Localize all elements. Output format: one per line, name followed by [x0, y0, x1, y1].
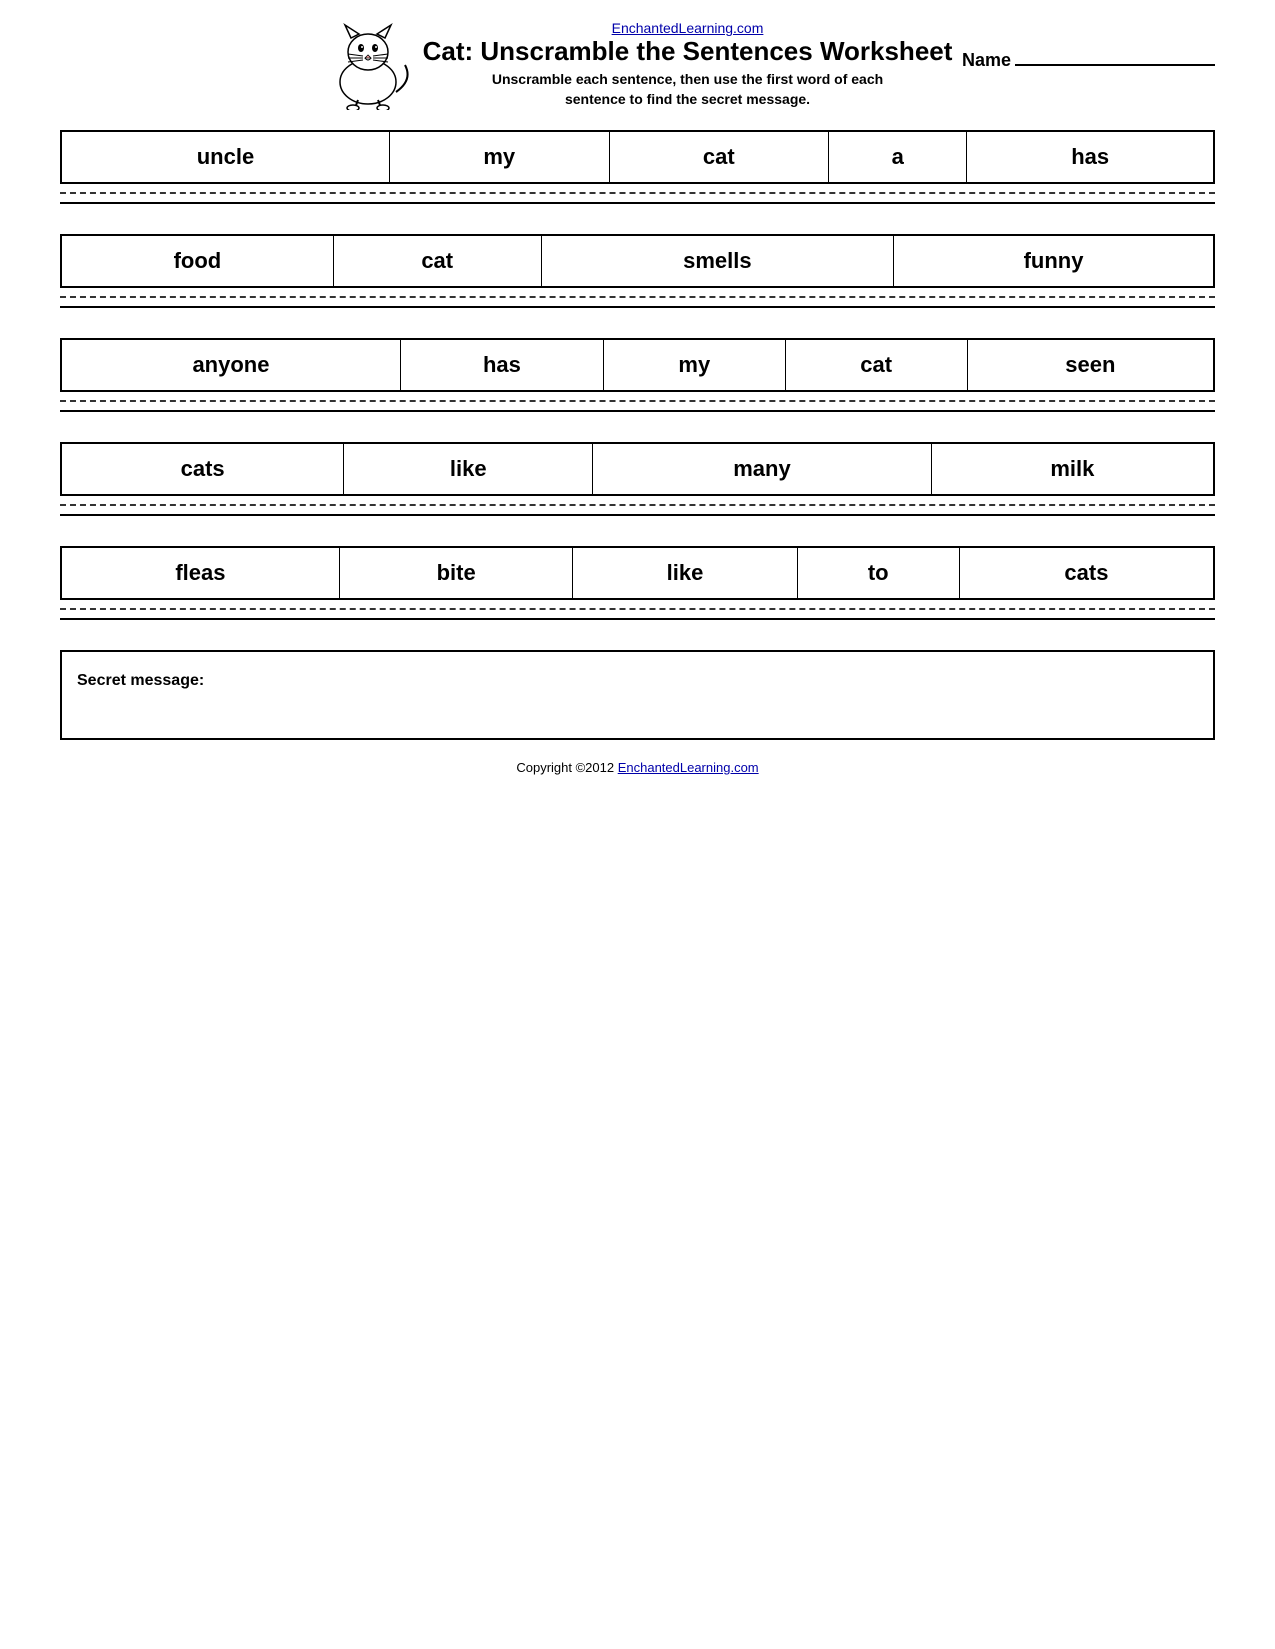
word-5-4: to [797, 547, 959, 599]
copyright-text: Copyright ©2012 [516, 760, 617, 775]
site-link[interactable]: EnchantedLearning.com [423, 20, 953, 36]
name-label: Name [962, 50, 1011, 70]
sentence-2: food cat smells funny [60, 234, 1215, 308]
word-2-1: food [61, 235, 333, 287]
dotted-line-5 [60, 608, 1215, 610]
sentence-4: cats like many milk [60, 442, 1215, 516]
word-3-1: anyone [61, 339, 400, 391]
word-5-5: cats [959, 547, 1214, 599]
word-2-4: funny [894, 235, 1214, 287]
word-5-2: bite [339, 547, 573, 599]
secret-message-box: Secret message: [60, 650, 1215, 740]
footer: Copyright ©2012 EnchantedLearning.com [60, 760, 1215, 775]
dotted-line-3 [60, 400, 1215, 402]
word-4-4: milk [931, 443, 1214, 495]
word-3-3: my [603, 339, 785, 391]
name-line [1015, 64, 1215, 66]
word-2-2: cat [333, 235, 541, 287]
word-4-1: cats [61, 443, 344, 495]
page-title: Cat: Unscramble the Sentences Worksheet [423, 36, 953, 67]
dotted-line-1 [60, 192, 1215, 194]
word-1-2: my [389, 131, 609, 183]
solid-line-5 [60, 618, 1215, 620]
sentence-1: uncle my cat a has [60, 130, 1215, 204]
word-2-3: smells [541, 235, 893, 287]
solid-line-4 [60, 514, 1215, 516]
word-3-5: seen [967, 339, 1214, 391]
sentence-5: fleas bite like to cats [60, 546, 1215, 620]
solid-line-2 [60, 306, 1215, 308]
word-3-4: cat [785, 339, 967, 391]
word-table-1: uncle my cat a has [60, 130, 1215, 184]
dotted-line-4 [60, 504, 1215, 506]
page-header: EnchantedLearning.com Cat: Unscramble th… [60, 20, 1215, 110]
word-1-5: has [967, 131, 1214, 183]
word-4-3: many [593, 443, 932, 495]
word-3-2: has [400, 339, 603, 391]
word-table-2: food cat smells funny [60, 234, 1215, 288]
header-subtitle-2: sentence to find the secret message. [423, 91, 953, 107]
header-text-block: EnchantedLearning.com Cat: Unscramble th… [423, 20, 953, 107]
word-table-5: fleas bite like to cats [60, 546, 1215, 600]
word-5-1: fleas [61, 547, 339, 599]
word-1-3: cat [609, 131, 829, 183]
secret-message-label: Secret message: [77, 672, 204, 689]
sentence-3: anyone has my cat seen [60, 338, 1215, 412]
word-1-1: uncle [61, 131, 389, 183]
name-field: Name [962, 50, 1215, 71]
solid-line-1 [60, 202, 1215, 204]
header-subtitle-1: Unscramble each sentence, then use the f… [423, 71, 953, 87]
word-table-4: cats like many milk [60, 442, 1215, 496]
footer-link[interactable]: EnchantedLearning.com [618, 760, 759, 775]
cat-illustration [323, 20, 413, 110]
word-1-4: a [829, 131, 967, 183]
solid-line-3 [60, 410, 1215, 412]
word-4-2: like [344, 443, 593, 495]
word-table-3: anyone has my cat seen [60, 338, 1215, 392]
word-5-3: like [573, 547, 797, 599]
dotted-line-2 [60, 296, 1215, 298]
